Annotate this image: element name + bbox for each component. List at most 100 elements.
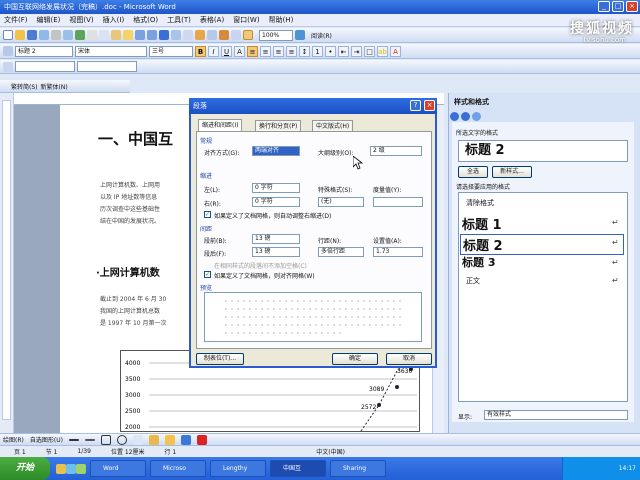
task-sharing[interactable]: Sharing — [330, 460, 386, 477]
menu-help[interactable]: 帮助(H) — [269, 15, 294, 25]
align-center-button[interactable]: ≡ — [260, 45, 271, 57]
auto-adjust-indent-checkbox[interactable]: ✓ — [204, 211, 211, 218]
menu-format[interactable]: 格式(O) — [133, 15, 158, 25]
draw-menu[interactable]: 绘图(R) — [3, 435, 24, 444]
format-painter-icon[interactable] — [123, 30, 133, 40]
line-tool-icon[interactable] — [68, 438, 79, 441]
border-button[interactable]: □ — [364, 45, 375, 57]
menu-file[interactable]: 文件(F) — [4, 15, 28, 25]
right-indent-field[interactable]: 0 字符 — [252, 197, 300, 207]
help-icon[interactable] — [295, 30, 305, 40]
dialog-close-icon[interactable]: × — [424, 100, 435, 111]
arrow-tool-icon[interactable] — [84, 438, 95, 441]
outline-level-select[interactable]: 2 级 — [370, 146, 422, 156]
textbox-tool-icon[interactable] — [132, 434, 143, 445]
bold-button[interactable]: B — [195, 45, 206, 57]
start-button[interactable]: 开始 — [0, 457, 50, 480]
numbering-button[interactable]: 1 — [312, 45, 323, 57]
style-item-heading3[interactable]: 标题 3 — [462, 254, 624, 270]
task-microsoft[interactable]: Microso — [150, 460, 206, 477]
align-right-button[interactable]: ≡ — [273, 45, 284, 57]
insert-table-icon[interactable] — [183, 30, 193, 40]
menu-tools[interactable]: 工具(T) — [167, 15, 191, 25]
menu-window[interactable]: 窗口(W) — [233, 15, 259, 25]
close-button[interactable]: × — [626, 1, 638, 12]
selected-format-box[interactable]: 标题 2 — [458, 140, 628, 162]
menu-insert[interactable]: 插入(I) — [103, 15, 125, 25]
extra-combo-2[interactable] — [77, 61, 137, 72]
fill-color-icon[interactable] — [164, 434, 175, 445]
show-hide-icon[interactable] — [243, 30, 253, 40]
font-combo[interactable]: 宋体 — [75, 45, 147, 57]
undo-icon[interactable] — [135, 30, 145, 40]
new-trad-button[interactable]: 新繁体(N) — [41, 82, 68, 91]
menu-table[interactable]: 表格(A) — [200, 15, 224, 25]
font-color-draw-icon[interactable] — [196, 434, 207, 445]
task-word[interactable]: Word — [90, 460, 146, 477]
char-border-button[interactable]: A — [234, 45, 245, 57]
style-item-clear[interactable]: 清除格式 — [466, 198, 494, 208]
alignment-select[interactable]: 两端对齐 — [252, 146, 300, 156]
new-style-button[interactable]: 新样式... — [492, 166, 532, 178]
cut-icon[interactable] — [87, 30, 97, 40]
task-lengthy[interactable]: Lengthy — [210, 460, 266, 477]
by-value-field[interactable] — [373, 197, 423, 207]
increase-indent-button[interactable]: ⇥ — [351, 45, 362, 57]
redo-icon[interactable] — [147, 30, 157, 40]
underline-button[interactable]: U — [221, 45, 232, 57]
open-folder-icon[interactable] — [15, 30, 25, 40]
dialog-help-icon[interactable]: ? — [410, 100, 421, 111]
task-chinese-doc[interactable]: 中国互 — [270, 460, 326, 477]
menu-edit[interactable]: 编辑(E) — [37, 15, 61, 25]
hyperlink-icon[interactable] — [159, 30, 169, 40]
copy-icon[interactable] — [99, 30, 109, 40]
ok-button[interactable]: 确定 — [332, 353, 378, 365]
font-color-button[interactable]: A — [390, 45, 401, 57]
print-preview-icon[interactable] — [63, 30, 73, 40]
permission-icon[interactable] — [39, 30, 49, 40]
spelling-icon[interactable] — [75, 30, 85, 40]
rectangle-tool-icon[interactable] — [100, 434, 111, 445]
drawing-icon[interactable] — [219, 30, 229, 40]
home-icon[interactable] — [472, 112, 481, 121]
align-justify-button[interactable]: ≡ — [247, 45, 258, 57]
new-document-icon[interactable] — [3, 30, 13, 40]
style-item-heading2[interactable]: 标题 2 — [460, 234, 624, 255]
snap-to-grid-checkbox[interactable]: ✓ — [204, 271, 211, 278]
print-icon[interactable] — [51, 30, 61, 40]
tables-borders-icon[interactable] — [171, 30, 181, 40]
extra-combo-1[interactable] — [15, 61, 75, 72]
line-spacing-select[interactable]: 多倍行距 — [318, 247, 364, 257]
spacing-after-field[interactable]: 13 磅 — [252, 247, 300, 257]
wordart-tool-icon[interactable] — [148, 434, 159, 445]
document-map-icon[interactable] — [231, 30, 241, 40]
spacing-before-field[interactable]: 13 磅 — [252, 234, 300, 244]
quicklaunch-icon[interactable] — [56, 463, 66, 474]
paste-icon[interactable] — [111, 30, 121, 40]
forward-icon[interactable] — [461, 112, 470, 121]
at-value-field[interactable]: 1.73 — [373, 247, 423, 257]
maximize-button[interactable]: □ — [612, 1, 624, 12]
save-icon[interactable] — [27, 30, 37, 40]
line-color-icon[interactable] — [180, 434, 191, 445]
zoom-combo[interactable]: 100% — [259, 29, 293, 41]
quicklaunch-desktop-icon[interactable] — [76, 463, 86, 474]
show-select[interactable]: 有效样式 — [484, 410, 628, 420]
cancel-button[interactable]: 取消 — [386, 353, 432, 365]
decrease-indent-button[interactable]: ⇤ — [338, 45, 349, 57]
left-indent-field[interactable]: 0 字符 — [252, 183, 300, 193]
highlight-button[interactable]: ab — [377, 45, 388, 57]
vertical-ruler[interactable] — [2, 100, 11, 420]
read-button[interactable]: 阅读(R) — [311, 31, 332, 40]
oval-tool-icon[interactable] — [116, 434, 127, 445]
size-combo[interactable]: 三号 — [149, 45, 193, 57]
styles-pane-icon[interactable] — [3, 46, 13, 56]
insert-excel-icon[interactable] — [195, 30, 205, 40]
columns-icon[interactable] — [207, 30, 217, 40]
distributed-button[interactable]: ≡ — [286, 45, 297, 57]
trad-to-simp-button[interactable]: 繁转简(S) — [3, 82, 38, 91]
italic-button[interactable]: I — [208, 45, 219, 57]
dialog-title-bar[interactable]: 段落 ? × — [189, 98, 437, 114]
bullets-button[interactable]: • — [325, 45, 336, 57]
style-item-normal[interactable]: 正文 — [466, 276, 480, 286]
